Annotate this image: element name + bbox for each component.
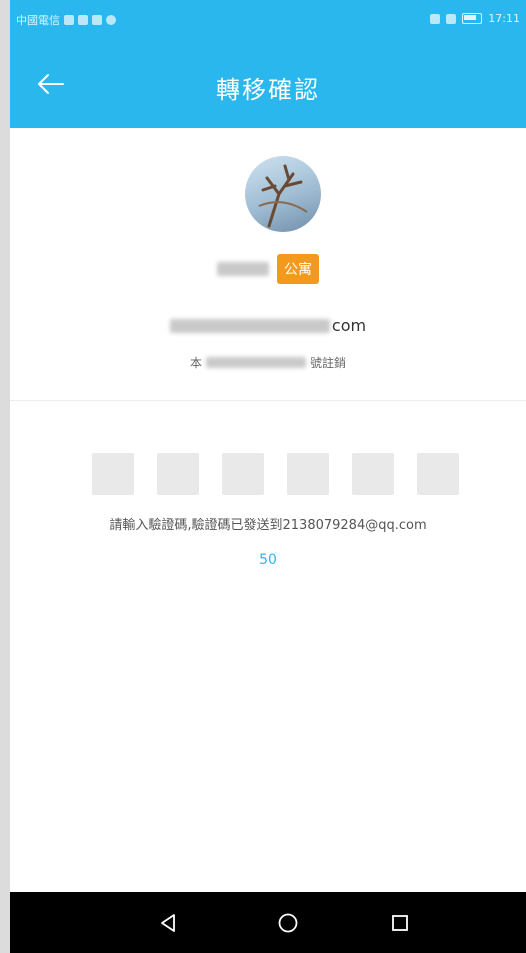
triangle-back-icon [161,914,175,932]
code-digit-box[interactable] [352,453,394,495]
code-digit-box[interactable] [417,453,459,495]
circle-home-icon [278,913,298,933]
status-time: 17:11 [488,12,520,25]
notification-icon [64,15,74,25]
hint-redacted [206,357,306,368]
status-bar: 中國電信 17:11 [10,0,526,40]
nav-back-button[interactable] [148,906,188,940]
username-redacted [217,262,269,276]
code-digit-box[interactable] [222,453,264,495]
app-bar: 轉移確認 [10,40,526,128]
code-digit-box[interactable] [157,453,199,495]
wifi-icon [446,13,457,24]
square-recents-icon [392,915,408,931]
account-hint: 本 號註銷 [10,354,526,371]
resend-countdown: 50 [259,552,277,568]
notification-icon [78,15,88,25]
code-digit-box[interactable] [287,453,329,495]
carrier-label: 中國電信 [16,14,60,27]
nav-recents-button[interactable] [380,906,420,940]
signal-icon [430,13,441,24]
tree-avatar-image [258,164,308,228]
battery-icon [462,13,483,24]
verification-instruction: 請輸入驗證碼,驗證碼已發送到2138079284@qq.com [109,518,427,533]
name-row: 公寓 [10,254,526,284]
hint-prefix: 本 [189,356,202,370]
account-section: 公寓 com 本 號註銷 [10,128,526,401]
chat-icon [106,15,116,25]
email-suffix: com [331,316,367,335]
status-left: 中國電信 [16,12,116,28]
page-title: 轉移確認 [216,76,320,104]
verification-code-input[interactable] [92,453,459,495]
account-type-badge: 公寓 [277,254,319,284]
notification-icon [92,15,102,25]
status-right: 17:11 [430,12,520,25]
system-nav-bar [10,892,526,953]
email-redacted [169,318,330,333]
avatar [245,156,321,232]
code-digit-box[interactable] [92,453,134,495]
hint-suffix: 號註銷 [310,356,347,370]
nav-home-button[interactable] [268,906,308,940]
email-row: com [10,316,526,335]
